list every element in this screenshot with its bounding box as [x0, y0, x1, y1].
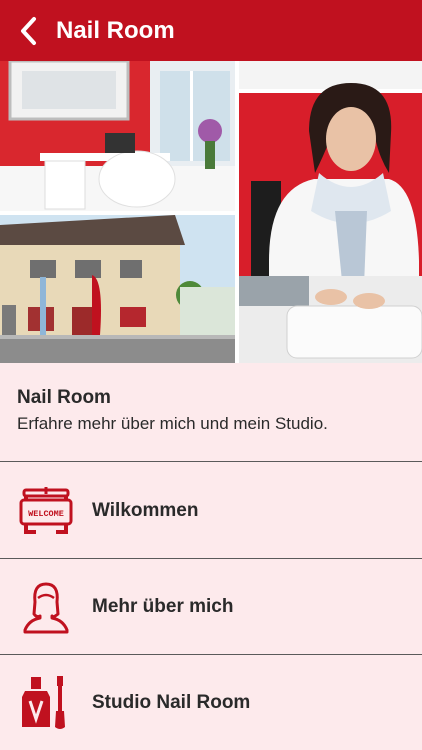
menu-item-about-me[interactable]: Mehr über mich: [0, 559, 422, 655]
intro-subtitle: Erfahre mehr über mich und mein Studio.: [17, 414, 328, 433]
welcome-sign-text: WELCOME: [28, 509, 64, 519]
chevron-left-icon: [21, 16, 36, 45]
page-title: Nail Room: [56, 16, 175, 44]
menu-item-welcome[interactable]: WELCOME Wilkommen: [0, 463, 422, 559]
menu-item-studio[interactable]: Studio Nail Room: [0, 655, 422, 750]
menu-item-label: Wilkommen: [92, 499, 199, 521]
menu-item-label: Mehr über mich: [92, 595, 234, 617]
welcome-sign-icon: WELCOME: [0, 463, 92, 559]
menu-item-label: Studio Nail Room: [92, 691, 251, 713]
intro-title: Nail Room: [17, 387, 111, 408]
photo-gallery: [0, 61, 422, 363]
back-button[interactable]: [0, 0, 56, 61]
app-bar: Nail Room: [0, 0, 422, 61]
intro-section: Nail Room Erfahre mehr über mich und mei…: [0, 363, 422, 462]
nail-polish-icon: [0, 655, 92, 750]
woman-silhouette-icon: [0, 559, 92, 655]
studio-building-photo[interactable]: [0, 215, 235, 363]
salon-interior-photo[interactable]: [0, 61, 235, 211]
owner-portrait-photo[interactable]: [239, 61, 422, 363]
